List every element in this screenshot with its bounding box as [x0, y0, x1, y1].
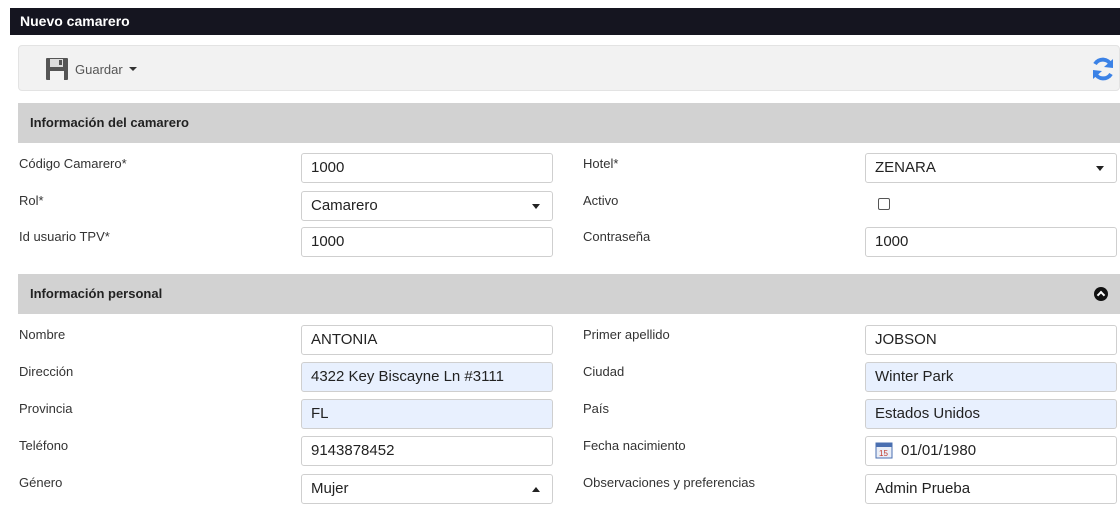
activo-label: Activo	[583, 193, 619, 208]
provincia-field[interactable]: FL	[301, 399, 553, 429]
ciudad-field[interactable]: Winter Park	[865, 362, 1117, 392]
fecha-nacimiento-label: Fecha nacimiento	[583, 438, 686, 453]
section-info-camarero: Información del camarero	[18, 103, 1120, 143]
id-tpv-label: Id usuario TPV*	[19, 229, 110, 244]
chevron-down-icon[interactable]	[128, 67, 137, 71]
refresh-icon	[1093, 57, 1113, 81]
section-info-personal: Información personal	[18, 274, 1120, 314]
chevron-up-icon[interactable]	[1094, 287, 1108, 301]
fecha-nacimiento-field[interactable]: 15 01/01/1980	[865, 436, 1117, 466]
section-title: Información personal	[30, 286, 163, 301]
refresh-button[interactable]	[1090, 55, 1116, 83]
contrasena-field[interactable]: 1000	[865, 227, 1117, 257]
genero-label: Género	[19, 475, 63, 490]
direccion-field[interactable]: 4322 Key Biscayne Ln #3111	[301, 362, 553, 392]
telefono-field[interactable]: 9143878452	[301, 436, 553, 466]
save-button[interactable]: Guardar	[45, 55, 137, 83]
codigo-field[interactable]: 1000	[301, 153, 553, 183]
contrasena-label: Contraseña	[583, 229, 651, 244]
observaciones-label: Observaciones y preferencias	[583, 475, 755, 490]
fecha-nacimiento-value: 01/01/1980	[901, 442, 977, 459]
floppy-disk-icon	[46, 58, 68, 80]
apellido-field[interactable]: JOBSON	[865, 325, 1117, 355]
id-tpv-field[interactable]: 1000	[301, 227, 553, 257]
activo-checkbox[interactable]	[878, 198, 890, 210]
nombre-label: Nombre	[19, 327, 66, 342]
pais-label: País	[583, 401, 610, 416]
apellido-label: Primer apellido	[583, 327, 670, 342]
hotel-label: Hotel*	[583, 156, 619, 171]
toolbar: Guardar	[18, 45, 1120, 91]
pais-field[interactable]: Estados Unidos	[865, 399, 1117, 429]
svg-text:15: 15	[879, 449, 888, 458]
observaciones-field[interactable]: Admin Prueba	[865, 474, 1117, 504]
provincia-label: Provincia	[19, 401, 73, 416]
nombre-field[interactable]: ANTONIA	[301, 325, 553, 355]
direccion-label: Dirección	[19, 364, 74, 379]
window-title: Nuevo camarero	[10, 8, 1120, 35]
save-label: Guardar	[75, 61, 123, 77]
ciudad-label: Ciudad	[583, 364, 625, 379]
genero-select[interactable]: Mujer	[301, 474, 553, 504]
calendar-icon[interactable]: 15	[875, 441, 893, 459]
rol-select[interactable]: Camarero	[301, 191, 553, 221]
hotel-select[interactable]: ZENARA	[865, 153, 1117, 183]
section-title: Información del camarero	[30, 115, 189, 130]
rol-label: Rol*	[19, 193, 44, 208]
telefono-label: Teléfono	[19, 438, 69, 453]
codigo-label: Código Camarero*	[19, 156, 127, 171]
